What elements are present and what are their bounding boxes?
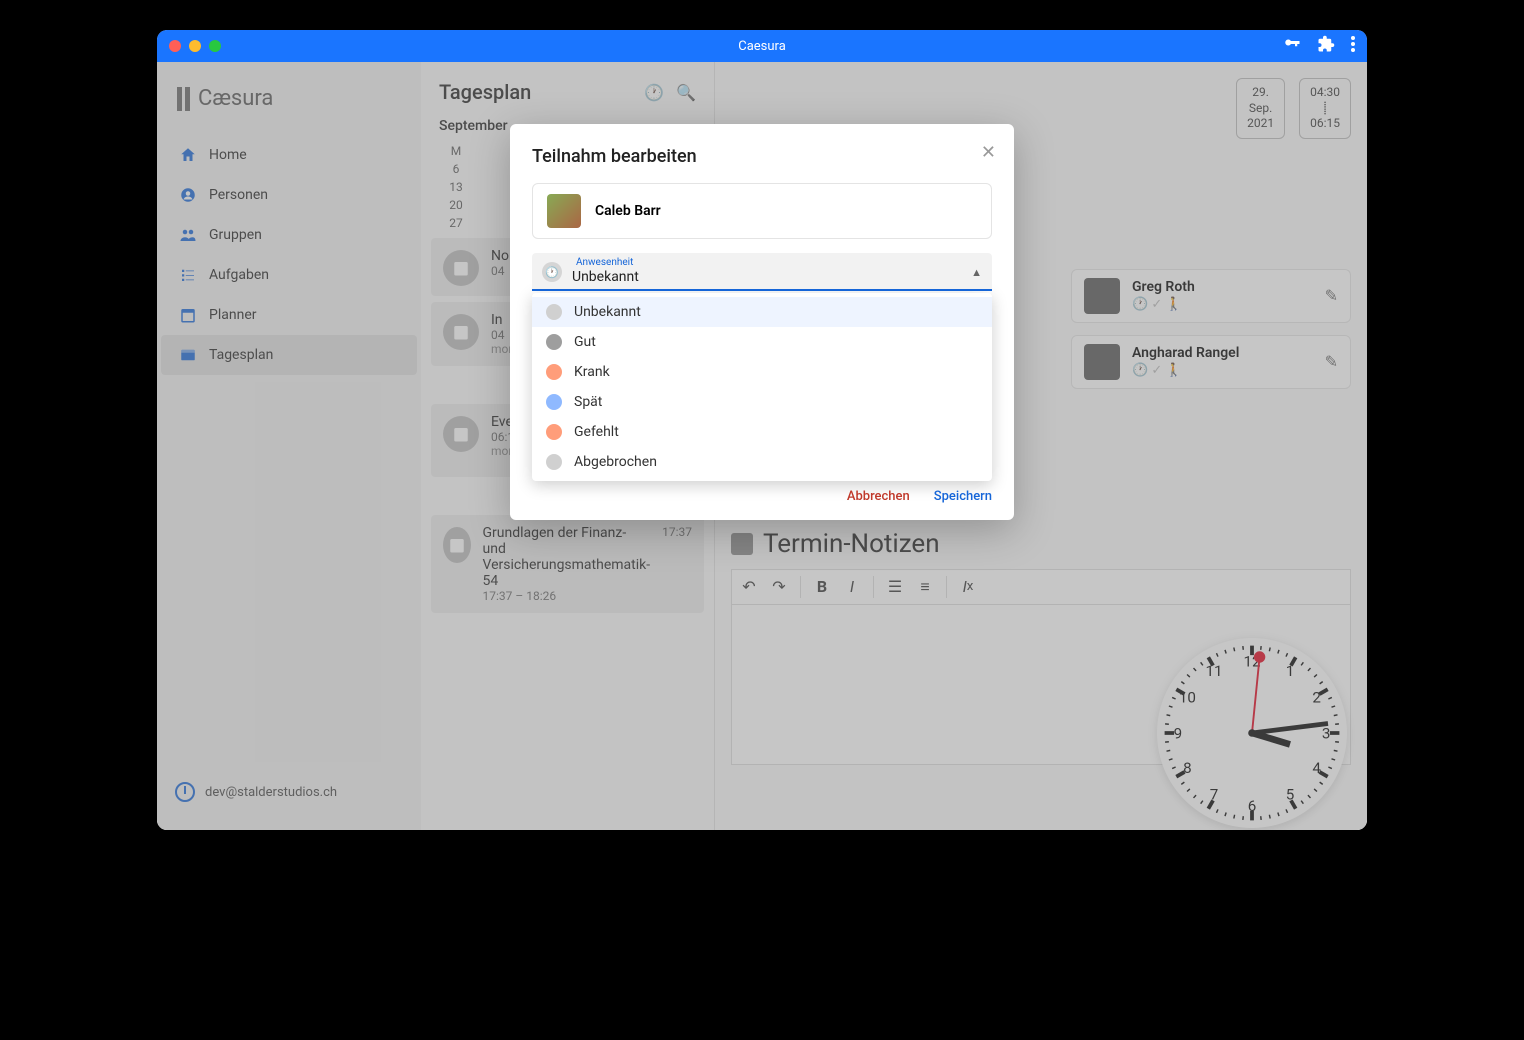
option-gefehlt[interactable]: Gefehlt xyxy=(532,417,992,447)
option-spaet[interactable]: Spät xyxy=(532,387,992,417)
close-icon[interactable]: ✕ xyxy=(981,142,996,163)
close-window[interactable] xyxy=(169,40,181,52)
extension-icon[interactable] xyxy=(1317,35,1335,57)
more-icon[interactable] xyxy=(1351,36,1355,56)
option-unbekannt[interactable]: Unbekannt xyxy=(532,297,992,327)
option-gut[interactable]: Gut xyxy=(532,327,992,357)
cancel-button[interactable]: Abbrechen xyxy=(847,489,910,504)
person-box: Caleb Barr xyxy=(532,183,992,239)
key-icon[interactable] xyxy=(1283,35,1301,57)
chevron-up-icon: ▲ xyxy=(971,266,982,279)
modal-title: Teilnahm bearbeiten xyxy=(532,146,992,167)
attendance-dropdown: Unbekannt Gut Krank Spät Gefehlt Abgebro… xyxy=(532,293,992,481)
window-title: Caesura xyxy=(738,39,786,54)
save-button[interactable]: Speichern xyxy=(934,489,992,504)
minimize-window[interactable] xyxy=(189,40,201,52)
modal-overlay[interactable]: ✕ Teilnahm bearbeiten Caleb Barr 🕐 Anwes… xyxy=(157,62,1367,830)
option-krank[interactable]: Krank xyxy=(532,357,992,387)
attendance-select[interactable]: 🕐 Anwesenheit Unbekannt ▲ xyxy=(532,253,992,291)
clock-icon: 🕐 xyxy=(542,262,562,282)
titlebar: Caesura xyxy=(157,30,1367,62)
edit-participation-modal: ✕ Teilnahm bearbeiten Caleb Barr 🕐 Anwes… xyxy=(510,124,1014,520)
maximize-window[interactable] xyxy=(209,40,221,52)
option-abgebrochen[interactable]: Abgebrochen xyxy=(532,447,992,477)
avatar xyxy=(547,194,581,228)
